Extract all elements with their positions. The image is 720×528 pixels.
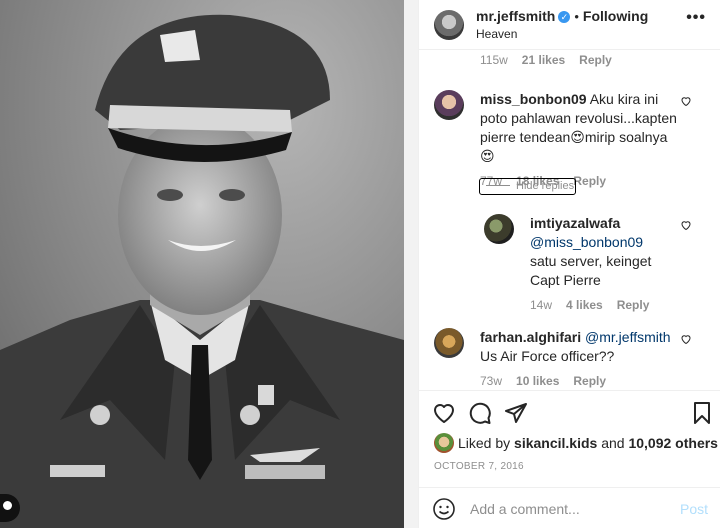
comment-age: 14w (530, 298, 553, 312)
comment-text: farhan.alghifari @mr.jeffsmith Us Air Fo… (480, 328, 680, 366)
author-username[interactable]: mr.jeffsmith (476, 8, 555, 24)
add-comment-bar: Post (418, 487, 720, 528)
comment-body: satu server, keinget Capt Pierre (530, 253, 652, 288)
comment-likes[interactable]: 10 likes (516, 374, 559, 388)
comment-reply-button[interactable]: Reply (617, 298, 650, 312)
comment-reply-button[interactable]: Reply (573, 174, 606, 188)
comment-reply-button[interactable]: Reply (573, 374, 606, 388)
like-heart-icon[interactable] (432, 401, 456, 425)
commenter-avatar[interactable] (434, 90, 464, 120)
comment-username[interactable]: farhan.alghifari (480, 329, 581, 345)
like-comment-heart-icon[interactable] (680, 95, 692, 107)
comment-item: farhan.alghifari @mr.jeffsmith Us Air Fo… (434, 328, 716, 388)
caption-reply-button[interactable]: Reply (579, 53, 612, 67)
liker-avatar[interactable] (434, 433, 454, 453)
caption-likes[interactable]: 21 likes (522, 53, 565, 67)
post-actions: Liked by sikancil.kids and 10,092 others… (418, 390, 720, 528)
add-comment-input[interactable] (470, 498, 660, 520)
share-send-icon[interactable] (504, 401, 528, 425)
save-bookmark-icon[interactable] (690, 401, 714, 425)
post-header: mr.jeffsmith ✓ • Following Heaven ••• (419, 0, 720, 50)
following-button[interactable]: Following (583, 8, 648, 24)
officer-portrait-image (0, 0, 418, 528)
comment-meta: 73w 10 likes Reply (480, 374, 716, 388)
comment-likes[interactable]: 4 likes (566, 298, 603, 312)
post-location[interactable]: Heaven (476, 27, 648, 41)
divider (486, 185, 510, 186)
caption-meta: 115w 21 likes Reply (480, 53, 626, 67)
likes-summary: Liked by sikancil.kids and 10,092 others (434, 433, 718, 453)
more-dots-icon[interactable]: ••• (686, 10, 706, 26)
likes-middle: and (597, 435, 629, 451)
commenter-avatar[interactable] (484, 214, 514, 244)
comment-text: miss_bonbon09 Aku kira ini poto pahlawan… (480, 90, 680, 166)
post-comment-button[interactable]: Post (680, 501, 708, 517)
caption-age: 115w (480, 53, 508, 67)
author-avatar[interactable] (434, 9, 464, 40)
comment-bubble-icon[interactable] (468, 401, 492, 425)
post-date[interactable]: OCTOBER 7, 2016 (434, 461, 524, 472)
comment-meta: 14w 4 likes Reply (530, 298, 716, 312)
comment-username[interactable]: imtiyazalwafa (530, 215, 620, 231)
verified-badge-icon: ✓ (558, 11, 571, 23)
like-comment-heart-icon[interactable] (680, 219, 692, 231)
likes-count[interactable]: 10,092 others (628, 435, 718, 451)
liker-username[interactable]: sikancil.kids (514, 435, 597, 451)
emoji-icon[interactable] (432, 497, 456, 521)
post-photo[interactable] (0, 0, 418, 528)
comment-text: imtiyazalwafa @miss_bonbon09 satu server… (530, 214, 670, 290)
header-text: mr.jeffsmith ✓ • Following Heaven (476, 8, 648, 41)
header-separator: • (574, 9, 579, 24)
comment-body: Us Air Force officer?? (480, 348, 615, 364)
comment-mention[interactable]: @mr.jeffsmith (585, 329, 671, 345)
comment-age: 73w (480, 374, 503, 388)
commenter-avatar[interactable] (434, 328, 464, 358)
likes-prefix: Liked by (458, 435, 515, 451)
comment-username[interactable]: miss_bonbon09 (480, 91, 587, 107)
reply-item: imtiyazalwafa @miss_bonbon09 satu server… (484, 214, 716, 312)
comment-mention[interactable]: @miss_bonbon09 (530, 234, 643, 250)
hide-replies-button[interactable]: Hide replies (479, 178, 576, 195)
hide-replies-label: Hide replies (516, 180, 575, 192)
like-comment-heart-icon[interactable] (680, 333, 692, 345)
comment-item: miss_bonbon09 Aku kira ini poto pahlawan… (434, 90, 716, 188)
